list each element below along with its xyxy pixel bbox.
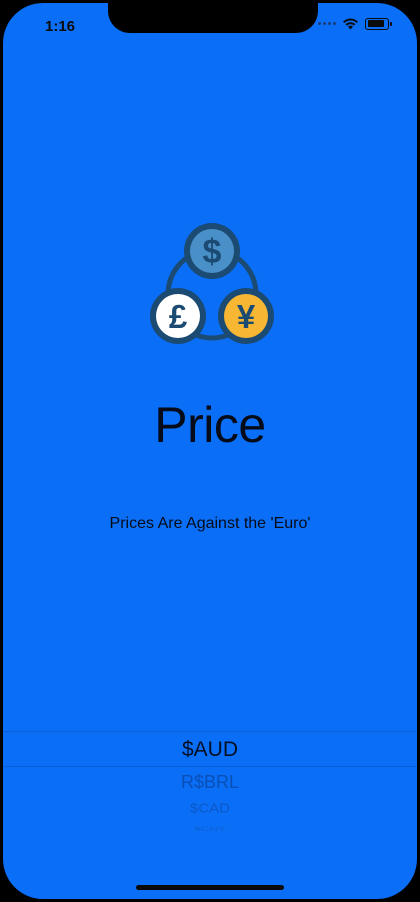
device-notch [108,3,318,33]
status-indicators [318,17,392,30]
svg-text:£: £ [169,298,188,335]
subtitle: Prices Are Against the 'Euro' [109,515,311,532]
svg-text:$: $ [203,233,222,271]
picker-item[interactable]: R$BRL [3,772,417,793]
cellular-signal-icon [318,22,336,25]
wifi-icon [343,18,358,30]
picker-item-selected[interactable]: $AUD [3,738,417,762]
picker-item[interactable]: $CAD [3,801,417,815]
battery-icon [365,17,392,30]
picker-item[interactable]: ¥CNY [3,825,417,833]
yen-coin-icon: ¥ [218,288,274,344]
picker-selection-bottom [3,766,417,767]
home-indicator[interactable] [136,885,284,890]
app-screen: 1:16 $ £ ¥ Price Prices Are Against the … [3,3,417,899]
currency-exchange-icon: $ £ ¥ [150,223,274,344]
status-time: 1:16 [45,18,76,35]
picker-selection-top [3,731,417,732]
pound-coin-icon: £ [150,288,206,344]
dollar-coin-icon: $ [184,223,240,279]
svg-text:¥: ¥ [237,298,256,335]
currency-picker[interactable]: $AUD R$BRL $CAD ¥CNY [3,728,417,840]
page-title: Price [154,397,266,453]
